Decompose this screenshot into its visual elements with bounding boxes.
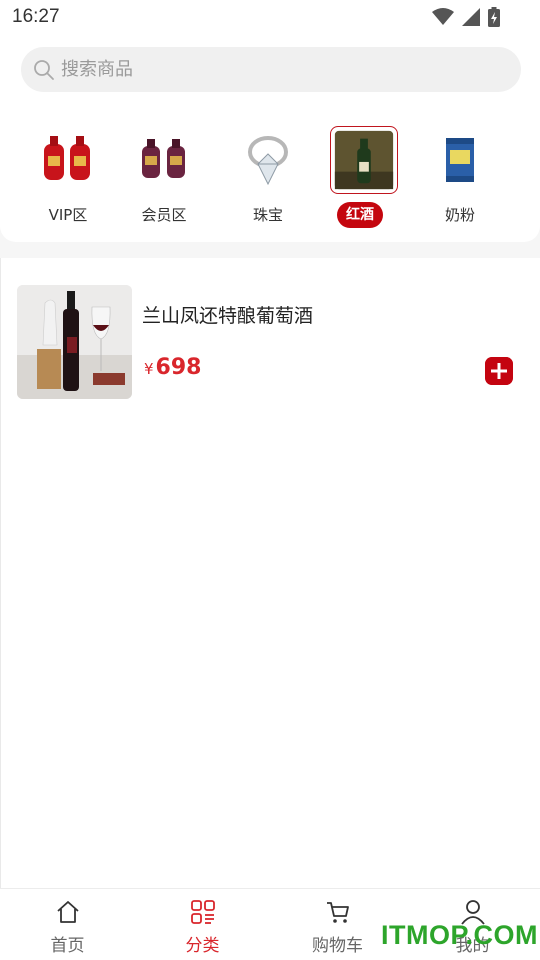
status-icons [432,7,500,27]
price-value: 698 [155,355,202,380]
wifi-icon [432,8,454,25]
status-time: 16:27 [12,6,60,27]
category-item-vip[interactable]: VIP区 [28,126,108,236]
tab-label: 首页 [50,936,85,956]
tab-category[interactable]: 分类 [135,889,270,960]
category-label: 奶粉 [444,206,475,224]
tab-label-active: 分类 [185,936,220,956]
category-label: 会员区 [141,206,187,224]
category-label: VIP区 [48,206,88,224]
tab-home[interactable]: 首页 [0,889,135,960]
red-liquor-bottles-icon [44,136,90,180]
app-screen: 16:27 搜索商品 VIP区 会员区 珠宝 红酒 奶粉 兰山凤还特酿葡萄酒 ¥… [0,0,540,960]
search-icon [34,59,54,80]
category-item-wine[interactable]: 红酒 [324,126,404,236]
category-label: 珠宝 [252,206,283,224]
watermark-text: ITMOP.COM [381,920,539,950]
battery-charging-icon [488,7,500,27]
search-input[interactable] [61,59,481,80]
product-card[interactable]: 兰山凤还特酿葡萄酒 ¥698 [17,285,525,399]
header-card: VIP区 会员区 [0,36,540,242]
product-price: ¥698 [144,355,201,380]
milk-powder-can-icon [446,138,474,182]
status-bar: 16:27 [0,0,540,36]
category-icon [191,900,215,924]
add-to-cart-plus-icon[interactable] [485,357,513,385]
cellular-signal-icon [462,8,480,26]
wine-bottle-icon [330,126,398,194]
price-currency: ¥ [144,360,154,378]
search-bar[interactable] [21,47,521,92]
category-item-jewelry[interactable]: 珠宝 [228,126,308,236]
diamond-ring-icon [248,136,288,186]
cart-icon [327,902,349,923]
product-list: 兰山凤还特酿葡萄酒 ¥698 [0,258,540,888]
category-item-member[interactable]: 会员区 [124,126,204,236]
product-name: 兰山凤还特酿葡萄酒 [142,305,314,327]
category-item-milk-powder[interactable]: 奶粉 [420,126,500,236]
home-icon [57,901,79,923]
purple-liquor-bottles-icon [142,139,185,178]
product-image [17,285,132,399]
category-row: VIP区 会员区 珠宝 红酒 奶粉 [28,126,512,236]
category-label-active: 红酒 [337,202,383,228]
